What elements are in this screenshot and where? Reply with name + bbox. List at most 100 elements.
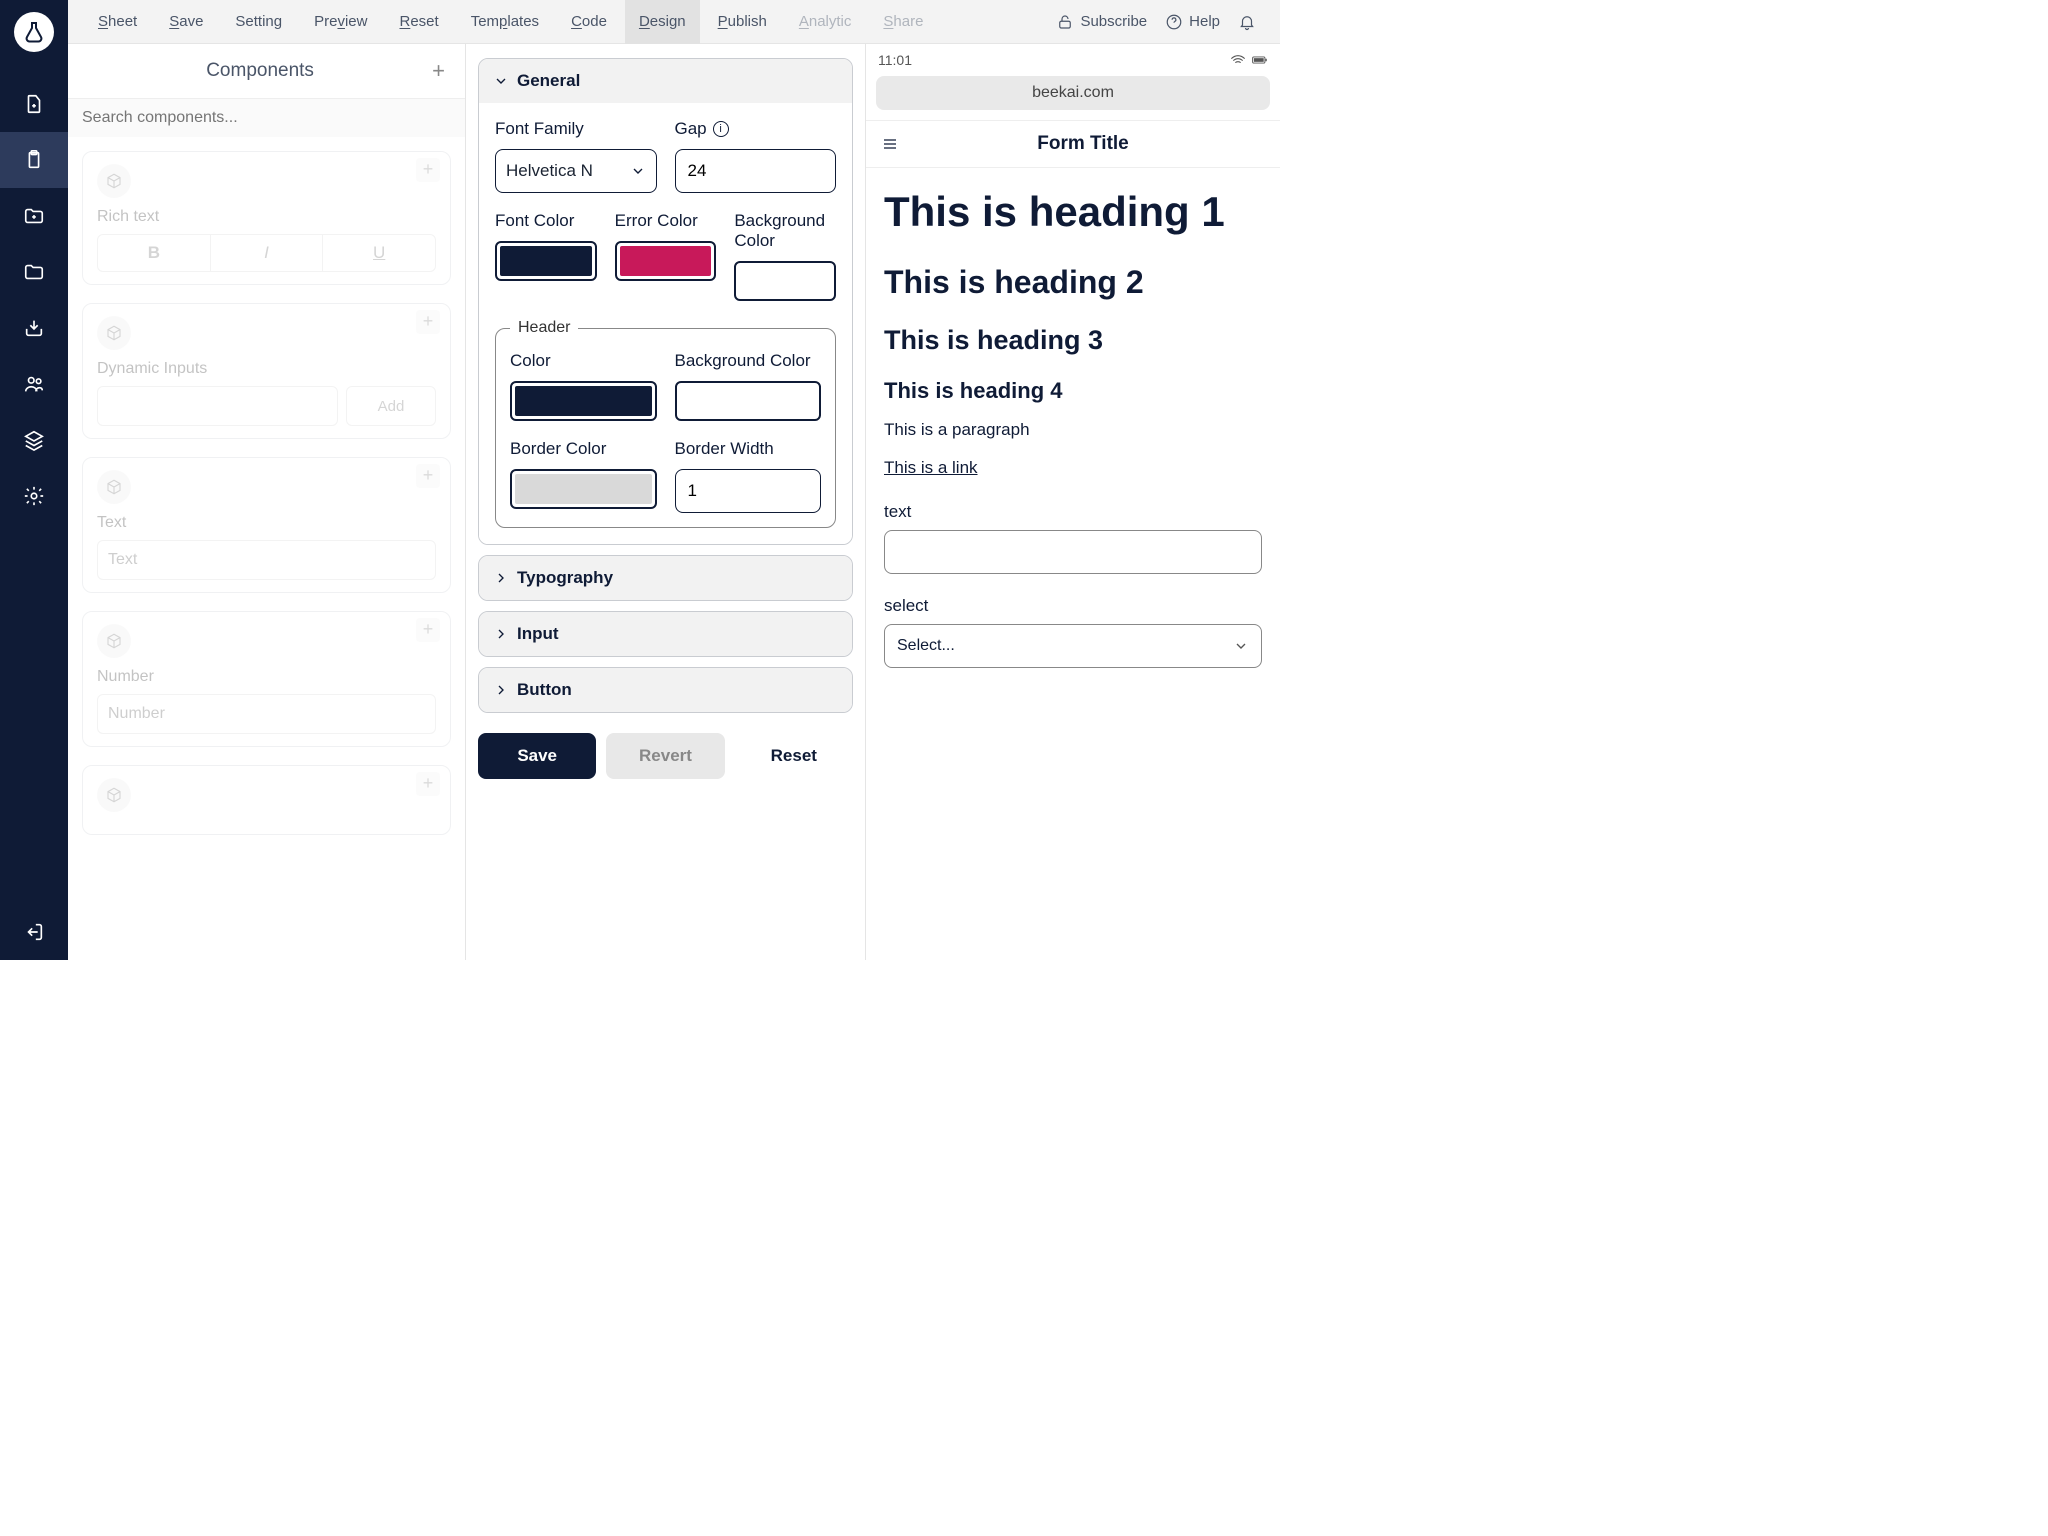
section-header-input[interactable]: Input — [479, 612, 852, 656]
unlock-icon — [1056, 13, 1074, 31]
add-icon[interactable]: + — [416, 158, 440, 182]
reset-button[interactable]: Reset — [735, 733, 853, 779]
folder-icon — [23, 261, 45, 283]
preview-select[interactable]: Select... — [884, 624, 1262, 668]
menu-preview[interactable]: Preview — [300, 0, 381, 44]
preview-text-label: text — [884, 502, 1262, 522]
logout-icon — [23, 921, 45, 943]
gap-label: Gap i — [675, 119, 837, 139]
cube-icon — [105, 172, 123, 190]
flask-icon — [22, 20, 46, 44]
section-header-typography[interactable]: Typography — [479, 556, 852, 600]
cube-icon — [105, 324, 123, 342]
cube-icon — [105, 632, 123, 650]
menu-share: Share — [869, 0, 937, 44]
nav-inbox[interactable] — [0, 300, 68, 356]
italic-button[interactable]: I — [211, 235, 324, 271]
header-bg-swatch[interactable] — [675, 381, 822, 421]
preview-link[interactable]: This is a link — [884, 458, 978, 478]
gear-icon — [23, 485, 45, 507]
border-color-label: Border Color — [510, 439, 657, 459]
font-family-select[interactable]: Helvetica N — [495, 149, 657, 193]
section-header-general[interactable]: General — [479, 59, 852, 103]
number-field[interactable] — [97, 694, 436, 734]
section-button: Button — [478, 667, 853, 713]
nav-clipboard[interactable] — [0, 132, 68, 188]
nav-folder[interactable] — [0, 244, 68, 300]
preview-text-input[interactable] — [884, 530, 1262, 574]
nav-new-file[interactable] — [0, 76, 68, 132]
border-color-swatch[interactable] — [510, 469, 657, 509]
components-panel: Components + + Rich text B I U — [68, 44, 466, 960]
notifications-button[interactable] — [1238, 13, 1256, 31]
component-card-select[interactable]: + — [82, 765, 451, 835]
menu-templates[interactable]: Templates — [457, 0, 553, 44]
menu-sheet[interactable]: Sheet — [84, 0, 151, 44]
nav-users[interactable] — [0, 356, 68, 412]
help-button[interactable]: Help — [1165, 13, 1220, 31]
menu-design[interactable]: Design — [625, 0, 700, 44]
add-icon[interactable]: + — [416, 464, 440, 488]
chevron-down-icon — [1233, 638, 1249, 654]
search-input[interactable] — [68, 99, 465, 137]
header-group: Header Color Background Color — [495, 319, 836, 528]
add-icon[interactable]: + — [416, 618, 440, 642]
font-color-swatch[interactable] — [495, 241, 597, 281]
error-color-swatch[interactable] — [615, 241, 717, 281]
nav-folder-add[interactable] — [0, 188, 68, 244]
component-card-dynamic-inputs[interactable]: + Dynamic Inputs Add — [82, 303, 451, 439]
preview-h2: This is heading 2 — [884, 264, 1262, 301]
preview-panel: 11:01 beekai.com Form Title This is head… — [866, 44, 1280, 960]
section-input: Input — [478, 611, 853, 657]
border-width-label: Border Width — [675, 439, 822, 459]
chevron-down-icon — [493, 73, 509, 89]
logo — [14, 12, 54, 52]
device-time: 11:01 — [878, 52, 912, 68]
section-typography: Typography — [478, 555, 853, 601]
add-icon[interactable]: + — [416, 772, 440, 796]
help-icon — [1165, 13, 1183, 31]
border-width-input[interactable] — [675, 469, 822, 513]
bg-color-swatch[interactable] — [734, 261, 836, 301]
component-card-rich-text[interactable]: + Rich text B I U — [82, 151, 451, 285]
wifi-icon — [1230, 54, 1246, 66]
gap-input[interactable] — [675, 149, 837, 193]
nav-layers[interactable] — [0, 412, 68, 468]
underline-button[interactable]: U — [323, 235, 435, 271]
users-icon — [23, 373, 45, 395]
add-icon[interactable]: + — [416, 310, 440, 334]
menu-reset[interactable]: Reset — [385, 0, 452, 44]
revert-button[interactable]: Revert — [606, 733, 724, 779]
clipboard-icon — [23, 149, 45, 171]
components-title: Components — [88, 60, 432, 82]
nav-settings[interactable] — [0, 468, 68, 524]
save-button[interactable]: Save — [478, 733, 596, 779]
subscribe-button[interactable]: Subscribe — [1056, 13, 1147, 31]
preview-h1: This is heading 1 — [884, 188, 1262, 236]
header-color-swatch[interactable] — [510, 381, 657, 421]
preview-select-label: select — [884, 596, 1262, 616]
menu-icon[interactable] — [880, 136, 900, 152]
add-component-button[interactable]: + — [432, 58, 445, 84]
form-title: Form Title — [900, 133, 1266, 155]
design-panel: General Font Family Helvetica N — [466, 44, 866, 960]
menu-analytic: Analytic — [785, 0, 866, 44]
menu-code[interactable]: Code — [557, 0, 621, 44]
dynamic-input-field[interactable] — [97, 386, 338, 426]
text-field[interactable] — [97, 540, 436, 580]
info-icon[interactable]: i — [713, 121, 729, 137]
section-general: General Font Family Helvetica N — [478, 58, 853, 545]
menu-save[interactable]: Save — [155, 0, 217, 44]
component-card-text[interactable]: + Text — [82, 457, 451, 593]
bold-button[interactable]: B — [98, 235, 211, 271]
section-header-button[interactable]: Button — [479, 668, 852, 712]
battery-icon — [1252, 54, 1268, 66]
nav-logout[interactable] — [0, 904, 68, 960]
menu-publish[interactable]: Publish — [704, 0, 781, 44]
menu-setting[interactable]: Setting — [221, 0, 296, 44]
component-card-number[interactable]: + Number — [82, 611, 451, 747]
url-bar[interactable]: beekai.com — [876, 76, 1270, 110]
toolbar: Sheet Save Setting Preview Reset Templat… — [68, 0, 1280, 44]
preview-paragraph: This is a paragraph — [884, 420, 1262, 440]
dynamic-add-button[interactable]: Add — [346, 386, 436, 426]
